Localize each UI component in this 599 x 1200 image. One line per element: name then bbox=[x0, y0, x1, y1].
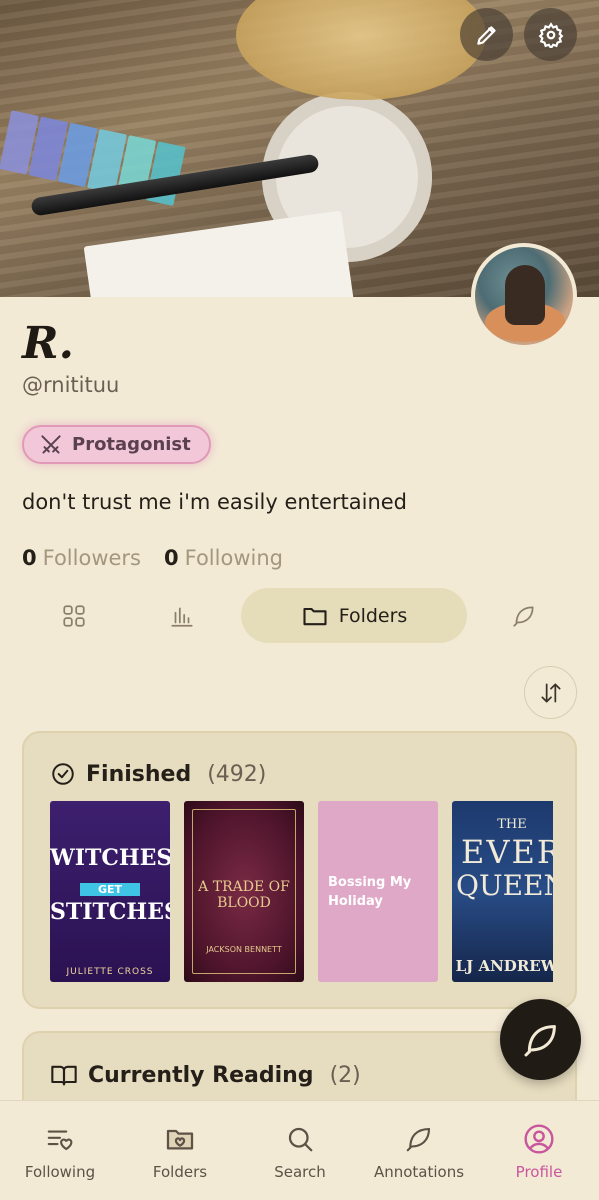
nav-annotations[interactable]: Annotations bbox=[359, 1101, 479, 1200]
pencil-icon bbox=[476, 25, 496, 45]
bar-chart-icon bbox=[171, 607, 193, 627]
new-annotation-button[interactable] bbox=[500, 999, 581, 1080]
following-label: Following bbox=[184, 546, 283, 570]
check-circle-icon bbox=[52, 763, 74, 785]
folder-count: (2) bbox=[329, 1062, 361, 1088]
tab-annotations[interactable] bbox=[488, 588, 560, 643]
cover-text: A TRADE OF BLOOD bbox=[198, 879, 290, 911]
nav-following-label: Following bbox=[24, 1163, 96, 1181]
folder-header: Finished (492) bbox=[50, 761, 266, 787]
bottom-nav: Following Folders Search Annotations Pro… bbox=[0, 1100, 599, 1200]
user-circle-icon bbox=[524, 1124, 554, 1154]
feather-icon bbox=[406, 1127, 431, 1152]
tab-stats[interactable] bbox=[146, 588, 218, 643]
status-badge[interactable]: Protagonist bbox=[22, 425, 211, 464]
book-cover[interactable]: WITCHES GET STITCHES JULIETTE CROSS bbox=[50, 801, 170, 982]
profile-bio: don't trust me i'm easily entertained bbox=[22, 490, 408, 514]
followers-count: 0 bbox=[22, 546, 37, 570]
cover-author: LJ ANDREWS bbox=[455, 957, 553, 975]
search-icon bbox=[288, 1127, 313, 1152]
tab-grid[interactable] bbox=[38, 588, 110, 643]
cover-text: GET bbox=[80, 883, 140, 896]
cover-author: JACKSON BENNETT bbox=[206, 945, 282, 954]
book-cover[interactable]: THE EVER QUEEN LJ ANDREWS bbox=[452, 801, 553, 982]
folder-title: Finished bbox=[86, 761, 192, 787]
nav-folders-label: Folders bbox=[152, 1163, 208, 1181]
folder-card-finished[interactable]: Finished (492) WITCHES GET STITCHES JULI… bbox=[22, 731, 577, 1009]
grid-icon bbox=[63, 604, 85, 627]
followers-label: Followers bbox=[42, 546, 141, 570]
nav-annotations-label: Annotations bbox=[373, 1163, 465, 1181]
open-book-icon bbox=[51, 1065, 77, 1086]
sort-arrows-icon bbox=[540, 682, 561, 703]
followers-link[interactable]: 0 Followers bbox=[22, 546, 141, 570]
nav-following[interactable]: Following bbox=[0, 1101, 120, 1200]
avatar[interactable] bbox=[471, 243, 577, 349]
badge-label: Protagonist bbox=[72, 434, 191, 455]
list-heart-icon bbox=[47, 1130, 73, 1151]
sort-button[interactable] bbox=[524, 666, 577, 719]
folder-heart-icon bbox=[166, 1129, 194, 1150]
cover-text: Bossing My Holiday bbox=[328, 875, 412, 909]
nav-profile-label: Profile bbox=[515, 1163, 563, 1181]
folder-title: Currently Reading bbox=[88, 1062, 314, 1088]
profile-handle: @rnitituu bbox=[22, 373, 120, 397]
cover-author: JULIETTE CROSS bbox=[66, 967, 154, 977]
nav-search[interactable]: Search bbox=[240, 1101, 360, 1200]
nav-search-label: Search bbox=[274, 1163, 326, 1181]
gear-icon bbox=[538, 21, 563, 48]
book-row: WITCHES GET STITCHES JULIETTE CROSS A TR… bbox=[50, 801, 553, 984]
folder-count: (492) bbox=[207, 761, 267, 787]
edit-button[interactable] bbox=[460, 8, 513, 61]
nav-profile[interactable]: Profile bbox=[479, 1101, 599, 1200]
cover-text: WITCHES bbox=[50, 845, 170, 871]
cover-text: EVER bbox=[461, 833, 553, 871]
profile-name: R. bbox=[22, 318, 74, 369]
crossed-swords-icon bbox=[41, 434, 61, 454]
cover-text: QUEEN bbox=[456, 869, 553, 902]
settings-button[interactable] bbox=[524, 8, 577, 61]
profile-tabs: Folders bbox=[22, 588, 577, 643]
book-cover[interactable]: Bossing My Holiday bbox=[318, 801, 438, 982]
cover-text: STITCHES bbox=[50, 899, 170, 925]
following-link[interactable]: 0 Following bbox=[164, 546, 283, 570]
feather-icon bbox=[513, 605, 534, 627]
following-count: 0 bbox=[164, 546, 179, 570]
feather-icon bbox=[524, 1024, 556, 1056]
folder-icon bbox=[303, 607, 327, 625]
tab-folders[interactable]: Folders bbox=[241, 588, 467, 643]
book-cover[interactable]: A TRADE OF BLOOD JACKSON BENNETT bbox=[184, 801, 304, 982]
cover-text: THE bbox=[497, 817, 527, 832]
folder-header: Currently Reading (2) bbox=[50, 1061, 361, 1089]
nav-folders[interactable]: Folders bbox=[120, 1101, 240, 1200]
tab-folders-label: Folders bbox=[338, 604, 408, 627]
